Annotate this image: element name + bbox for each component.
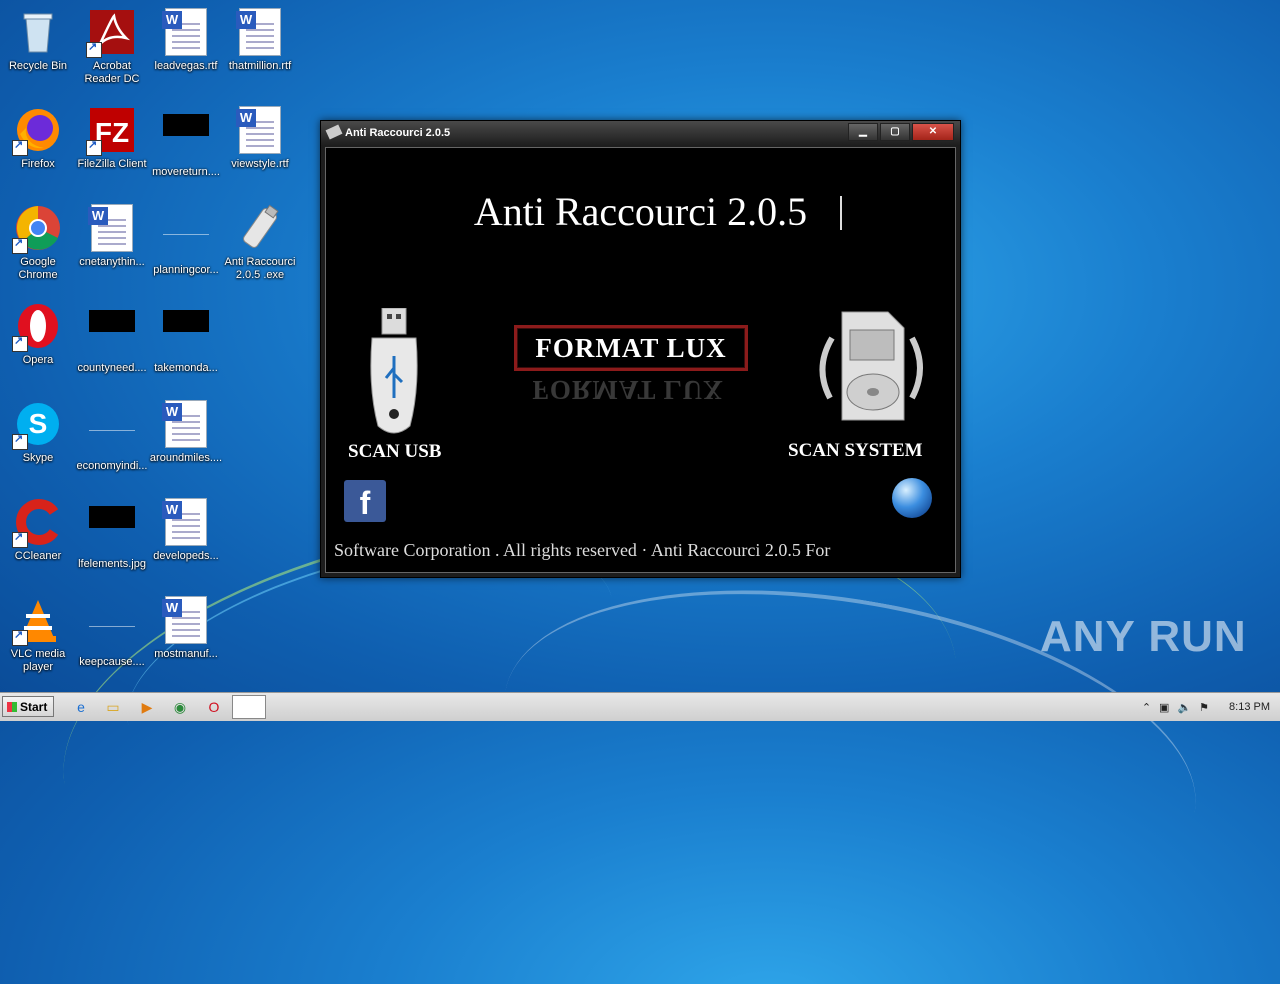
blue-image-icon — [88, 604, 136, 652]
explorer-taskbar-icon[interactable]: ▭ — [102, 697, 124, 717]
app-usb-icon — [325, 124, 343, 140]
word-doc-icon: W — [88, 204, 136, 252]
word-doc-icon: W — [162, 596, 210, 644]
ccleaner-icon — [12, 498, 62, 548]
network-icon[interactable]: ▣ — [1159, 701, 1169, 714]
desktop-icon-opera[interactable]: Opera — [0, 296, 76, 386]
app-client-area: Anti Raccourci 2.0.5 SCAN USB FORMAT LUX… — [325, 147, 956, 573]
desktop-icon-firefox[interactable]: Firefox — [0, 100, 76, 190]
anti-raccourci-taskbar-button[interactable] — [232, 695, 266, 719]
black-image-icon — [88, 310, 136, 358]
desktop-icon-skype[interactable]: S Skype — [0, 394, 76, 484]
desktop-icon-aroundmiles[interactable]: W aroundmiles.... — [148, 394, 224, 484]
app-title: Anti Raccourci 2.0.5 — [473, 189, 808, 234]
desktop-icon-recycle-bin[interactable]: Recycle Bin — [0, 2, 76, 92]
start-button[interactable]: Start — [2, 696, 54, 717]
media-player-taskbar-icon[interactable]: ▶ — [136, 697, 158, 717]
skype-icon: S — [12, 400, 62, 450]
windows-flag-icon — [7, 702, 17, 712]
desktop-icon-developeds[interactable]: W developeds... — [148, 492, 224, 582]
desktop-icon-movereturn[interactable]: movereturn.... — [148, 100, 224, 190]
usb-drive-icon — [236, 204, 284, 252]
desktop-icon-ccleaner[interactable]: CCleaner — [0, 492, 76, 582]
word-doc-icon: W — [236, 8, 284, 56]
desktop-icon-keepcause[interactable]: keepcause.... — [74, 590, 150, 680]
desktop-icon-leadvegas[interactable]: W leadvegas.rtf — [148, 2, 224, 92]
firefox-icon — [12, 106, 62, 156]
desktop-icon-acrobat[interactable]: Acrobat Reader DC — [74, 2, 150, 92]
title-caret — [840, 196, 842, 230]
word-doc-icon: W — [162, 8, 210, 56]
close-button[interactable]: ✕ — [912, 123, 954, 141]
desktop-icon-economyindi[interactable]: economyindi... — [74, 394, 150, 484]
volume-icon[interactable]: 🔈 — [1177, 701, 1191, 714]
word-doc-icon: W — [236, 106, 284, 154]
opera-taskbar-icon[interactable]: O — [203, 697, 225, 717]
tray-expand-icon[interactable]: ⌃ — [1142, 701, 1151, 714]
word-doc-icon: W — [162, 400, 210, 448]
chrome-taskbar-icon[interactable]: ◉ — [169, 697, 191, 717]
facebook-icon[interactable]: f — [344, 480, 386, 522]
desktop-icon-viewstyle[interactable]: W viewstyle.rtf — [222, 100, 298, 190]
desktop-icon-google-chrome[interactable]: Google Chrome — [0, 198, 76, 288]
black-image-icon — [88, 506, 136, 554]
vlc-icon — [12, 596, 62, 646]
recycle-bin-icon — [14, 8, 62, 56]
desktop-icon-countyneed[interactable]: countyneed.... — [74, 296, 150, 386]
blue-image-icon — [162, 212, 210, 260]
usb-drive-icon[interactable] — [366, 307, 422, 438]
opera-icon — [12, 302, 62, 352]
black-image-icon — [162, 310, 210, 358]
filezilla-icon: FZ — [86, 106, 136, 156]
action-center-flag-icon[interactable]: ⚑ — [1199, 701, 1209, 714]
desktop-icon-takemonda[interactable]: takemonda... — [148, 296, 224, 386]
chrome-icon — [12, 204, 62, 254]
desktop-icon-vlc[interactable]: VLC media player — [0, 590, 76, 680]
minimize-button[interactable]: ▁ — [848, 123, 878, 141]
black-image-icon — [162, 114, 210, 162]
acrobat-icon — [86, 8, 136, 58]
blue-image-icon — [88, 408, 136, 456]
desktop-icon-thatmillion[interactable]: W thatmillion.rtf — [222, 2, 298, 92]
scan-usb-button[interactable]: SCAN USB — [348, 441, 441, 463]
maximize-button[interactable]: ▢ — [880, 123, 910, 141]
ie-taskbar-icon[interactable]: e — [70, 697, 92, 717]
scrolling-marquee-text: Software Corporation . All rights reserv… — [334, 540, 831, 560]
format-lux-reflection: FORMAT LUX — [532, 375, 724, 405]
anyrun-watermark: ANY RUN — [1040, 612, 1247, 661]
svg-text:S: S — [29, 408, 48, 439]
desktop-icon-anti-raccourci-exe[interactable]: Anti Raccourci 2.0.5 .exe — [222, 198, 298, 288]
desktop-icon-planningcor[interactable]: planningcor... — [148, 198, 224, 288]
desktop-icon-cnetanything[interactable]: W cnetanythin... — [74, 198, 150, 288]
window-title: Anti Raccourci 2.0.5 — [345, 127, 451, 139]
clock[interactable]: 8:13 PM — [1229, 701, 1270, 713]
desktop-icon-mostmanuf[interactable]: W mostmanuf... — [148, 590, 224, 680]
desktop-icon-filezilla[interactable]: FZ FileZilla Client — [74, 100, 150, 190]
taskbar: Start e ▭ ▶ ◉ O ⌃ ▣ 🔈 ⚑ 8:13 PM — [0, 692, 1280, 721]
format-lux-button[interactable]: FORMAT LUX — [514, 325, 748, 371]
system-tray: ⌃ ▣ 🔈 ⚑ 8:13 PM — [1142, 693, 1280, 721]
globe-icon[interactable] — [892, 478, 932, 518]
scan-system-button[interactable]: SCAN SYSTEM — [788, 440, 923, 462]
word-doc-icon: W — [162, 498, 210, 546]
hard-disk-icon[interactable] — [812, 308, 930, 430]
desktop-icon-lfelements[interactable]: lfelements.jpg — [74, 492, 150, 582]
window-titlebar[interactable]: Anti Raccourci 2.0.5 ▁ ▢ ✕ — [321, 121, 960, 145]
anti-raccourci-window[interactable]: Anti Raccourci 2.0.5 ▁ ▢ ✕ Anti Raccourc… — [320, 120, 961, 578]
